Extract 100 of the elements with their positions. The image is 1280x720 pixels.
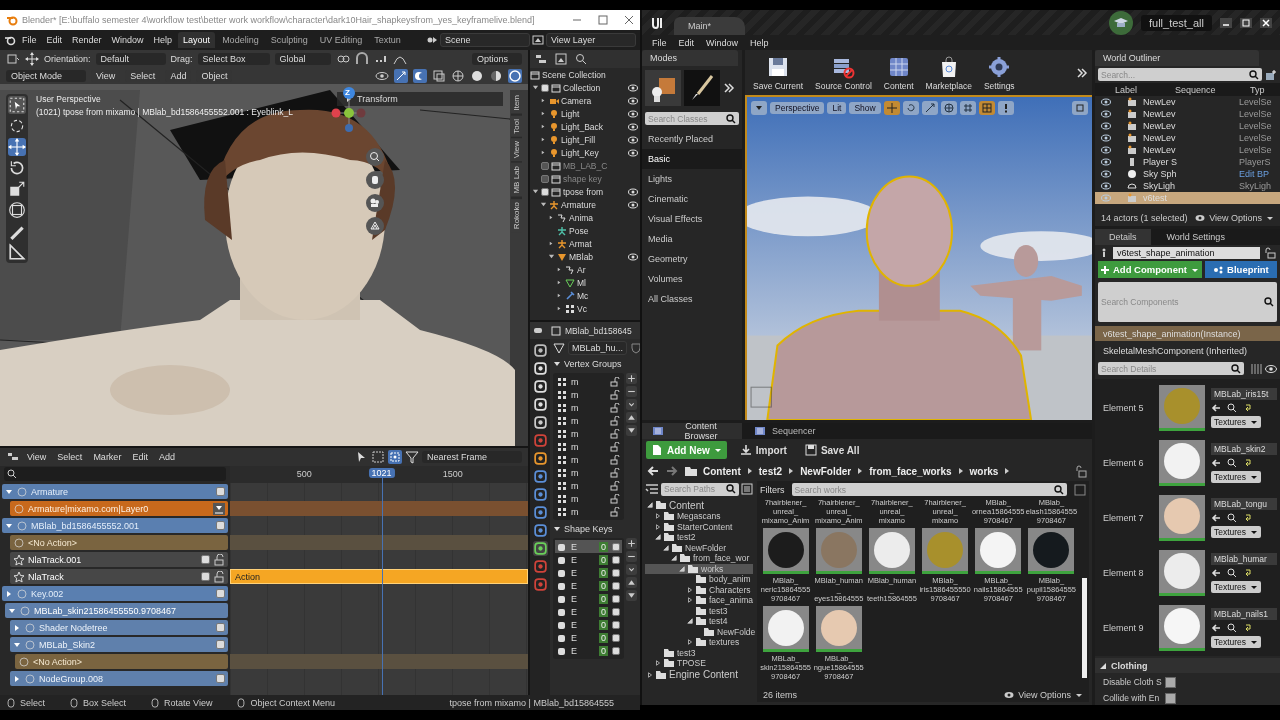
outliner-row[interactable]: NewLev LevelSe bbox=[1095, 132, 1280, 144]
track-header[interactable]: <No Action> bbox=[10, 535, 228, 550]
folder-row[interactable]: works bbox=[645, 563, 753, 574]
snap-dropdown[interactable]: Nearest Frame bbox=[422, 451, 522, 463]
track-header[interactable]: NlaTrack.001 bbox=[10, 552, 228, 567]
outliner-label[interactable]: tpose from bbox=[563, 186, 604, 197]
drag-dropdown[interactable]: Select Box bbox=[197, 52, 270, 65]
panel-tab[interactable]: Content Browser bbox=[642, 423, 742, 439]
menu-item[interactable]: Select bbox=[53, 450, 87, 464]
menu-item[interactable]: Edit bbox=[128, 450, 152, 464]
breadcrumb[interactable]: from_face_works bbox=[869, 465, 952, 477]
folder-row[interactable]: Megascans bbox=[645, 511, 753, 522]
category-item[interactable]: Lights bbox=[642, 169, 742, 189]
workspace-tab[interactable]: Layout bbox=[178, 32, 216, 48]
column-header[interactable]: Typ bbox=[1250, 84, 1265, 95]
options-dropdown[interactable]: Options bbox=[472, 52, 522, 65]
menu-item[interactable]: File bbox=[648, 37, 671, 48]
category-item[interactable]: Visual Effects bbox=[642, 209, 742, 229]
column-header[interactable]: Sequence bbox=[1175, 84, 1250, 95]
category-item[interactable]: Recently Placed bbox=[642, 129, 742, 149]
category-item[interactable]: Volumes bbox=[642, 269, 742, 289]
orientation-dropdown[interactable]: Default bbox=[95, 52, 166, 65]
component-row[interactable]: SkeletalMeshComponent (Inherited) bbox=[1095, 343, 1280, 358]
track-header[interactable]: Shader Nodetree bbox=[10, 620, 228, 635]
outliner-row[interactable]: Scene Collection bbox=[530, 68, 640, 81]
sidebar-tab[interactable]: Item bbox=[511, 92, 522, 114]
outliner-row[interactable]: NewLev LevelSe bbox=[1095, 96, 1280, 108]
outliner-label[interactable]: Vc bbox=[577, 303, 587, 314]
transform-orientation-dropdown[interactable]: Global bbox=[274, 52, 331, 65]
track-header[interactable]: MBLab_Skin2 bbox=[10, 637, 228, 652]
folder-row[interactable]: Engine Content bbox=[645, 668, 753, 681]
category-item[interactable]: All Classes bbox=[642, 289, 742, 309]
viewport-button[interactable]: Show bbox=[849, 102, 881, 114]
toolbar-button[interactable]: Content bbox=[879, 52, 918, 93]
sidebar-tab[interactable]: View bbox=[511, 138, 522, 162]
track-header[interactable]: Armature bbox=[2, 484, 228, 499]
shape-key-name[interactable]: E bbox=[571, 632, 595, 643]
value-field[interactable]: 0 bbox=[599, 541, 608, 552]
shape-key-name[interactable]: E bbox=[571, 606, 595, 617]
category-item[interactable]: Cinematic bbox=[642, 189, 742, 209]
vertex-group-name[interactable]: m bbox=[571, 376, 606, 387]
menu-item[interactable]: Help bbox=[746, 37, 773, 48]
textures-dropdown[interactable]: Textures bbox=[1211, 470, 1261, 483]
folder-row[interactable]: body_anim bbox=[645, 574, 753, 585]
folder-row[interactable]: StarterContent bbox=[645, 521, 753, 532]
track-header[interactable]: MBLab_skin21586455550.9708467 bbox=[5, 603, 228, 618]
value-field[interactable]: 0 bbox=[599, 554, 608, 565]
menu-item[interactable]: Render bbox=[68, 33, 106, 47]
breadcrumb[interactable]: Content bbox=[703, 465, 741, 477]
vertex-group-name[interactable]: m bbox=[571, 454, 606, 465]
shape-key-name[interactable]: E bbox=[571, 619, 595, 630]
filters-button[interactable]: Filters bbox=[760, 484, 785, 495]
vertex-group-name[interactable]: m bbox=[571, 402, 606, 413]
menu-item[interactable]: Edit bbox=[674, 37, 699, 48]
track-header[interactable]: Key.002 bbox=[2, 586, 228, 601]
outliner-row[interactable]: NewLev LevelSe bbox=[1095, 108, 1280, 120]
folder-row[interactable]: TPOSE bbox=[645, 658, 753, 669]
panel-tab[interactable]: World Outliner bbox=[1095, 50, 1259, 66]
outliner-label[interactable]: Camera bbox=[561, 95, 592, 106]
textures-dropdown[interactable]: Textures bbox=[1211, 525, 1261, 538]
workspace-tab[interactable]: UV Editing bbox=[314, 32, 368, 48]
sidebar-tab[interactable]: MB Lab bbox=[511, 163, 522, 198]
outliner-row[interactable]: NewLev LevelSe bbox=[1095, 120, 1280, 132]
menu-item[interactable]: Marker bbox=[89, 450, 126, 464]
value-field[interactable]: 0 bbox=[599, 606, 608, 617]
component-row[interactable]: v6test_shape_animation(Instance) bbox=[1095, 326, 1280, 341]
folder-row[interactable]: NewFolder bbox=[645, 542, 753, 553]
outliner-row[interactable]: Player S PlayerS bbox=[1095, 156, 1280, 168]
toolbar-button[interactable]: Marketplace bbox=[921, 52, 976, 93]
material-dropdown[interactable]: MBlab_humar bbox=[1211, 552, 1277, 565]
blueprint-button[interactable]: Blueprint bbox=[1204, 261, 1277, 278]
mode-dropdown[interactable]: Object Mode bbox=[6, 69, 86, 82]
folder-row[interactable]: face_anima bbox=[645, 595, 753, 606]
vertex-group-name[interactable]: m bbox=[571, 467, 606, 478]
vertex-group-name[interactable]: m bbox=[571, 506, 606, 517]
textures-dropdown[interactable]: Textures bbox=[1211, 415, 1261, 428]
vertex-group-name[interactable]: m bbox=[571, 389, 606, 400]
outliner-label[interactable]: Light bbox=[561, 108, 580, 119]
value-field[interactable]: 0 bbox=[599, 567, 608, 578]
outliner-label[interactable]: Light_Back bbox=[561, 121, 604, 132]
value-field[interactable]: 0 bbox=[599, 632, 608, 643]
outliner-label[interactable]: Anima bbox=[569, 212, 594, 223]
value-field[interactable]: 0 bbox=[599, 645, 608, 656]
toolbar-button[interactable]: Import bbox=[734, 441, 792, 459]
shape-key-name[interactable]: E bbox=[571, 593, 595, 604]
breadcrumb[interactable]: works bbox=[969, 465, 999, 477]
value-field[interactable]: 0 bbox=[599, 619, 608, 630]
textures-dropdown[interactable]: Textures bbox=[1211, 580, 1261, 593]
view-options-button[interactable]: View Options bbox=[1004, 690, 1083, 700]
track-header[interactable]: Armature|mixamo.com|Layer0 bbox=[10, 501, 228, 516]
track-header[interactable]: <No Action> bbox=[15, 654, 228, 669]
view-options-button[interactable]: View Options bbox=[1195, 213, 1274, 223]
panel-tab[interactable]: Details bbox=[1095, 229, 1151, 245]
section-header[interactable]: Clothing bbox=[1095, 658, 1280, 673]
vertex-group-name[interactable]: m bbox=[571, 428, 606, 439]
folder-row[interactable]: NewFolde bbox=[645, 626, 753, 637]
panel-header[interactable]: Shape Keys bbox=[553, 522, 637, 536]
outliner-label[interactable]: Pose bbox=[569, 225, 589, 236]
outliner-label[interactable]: shape key bbox=[563, 173, 602, 184]
outliner-label[interactable]: Armat bbox=[569, 238, 592, 249]
